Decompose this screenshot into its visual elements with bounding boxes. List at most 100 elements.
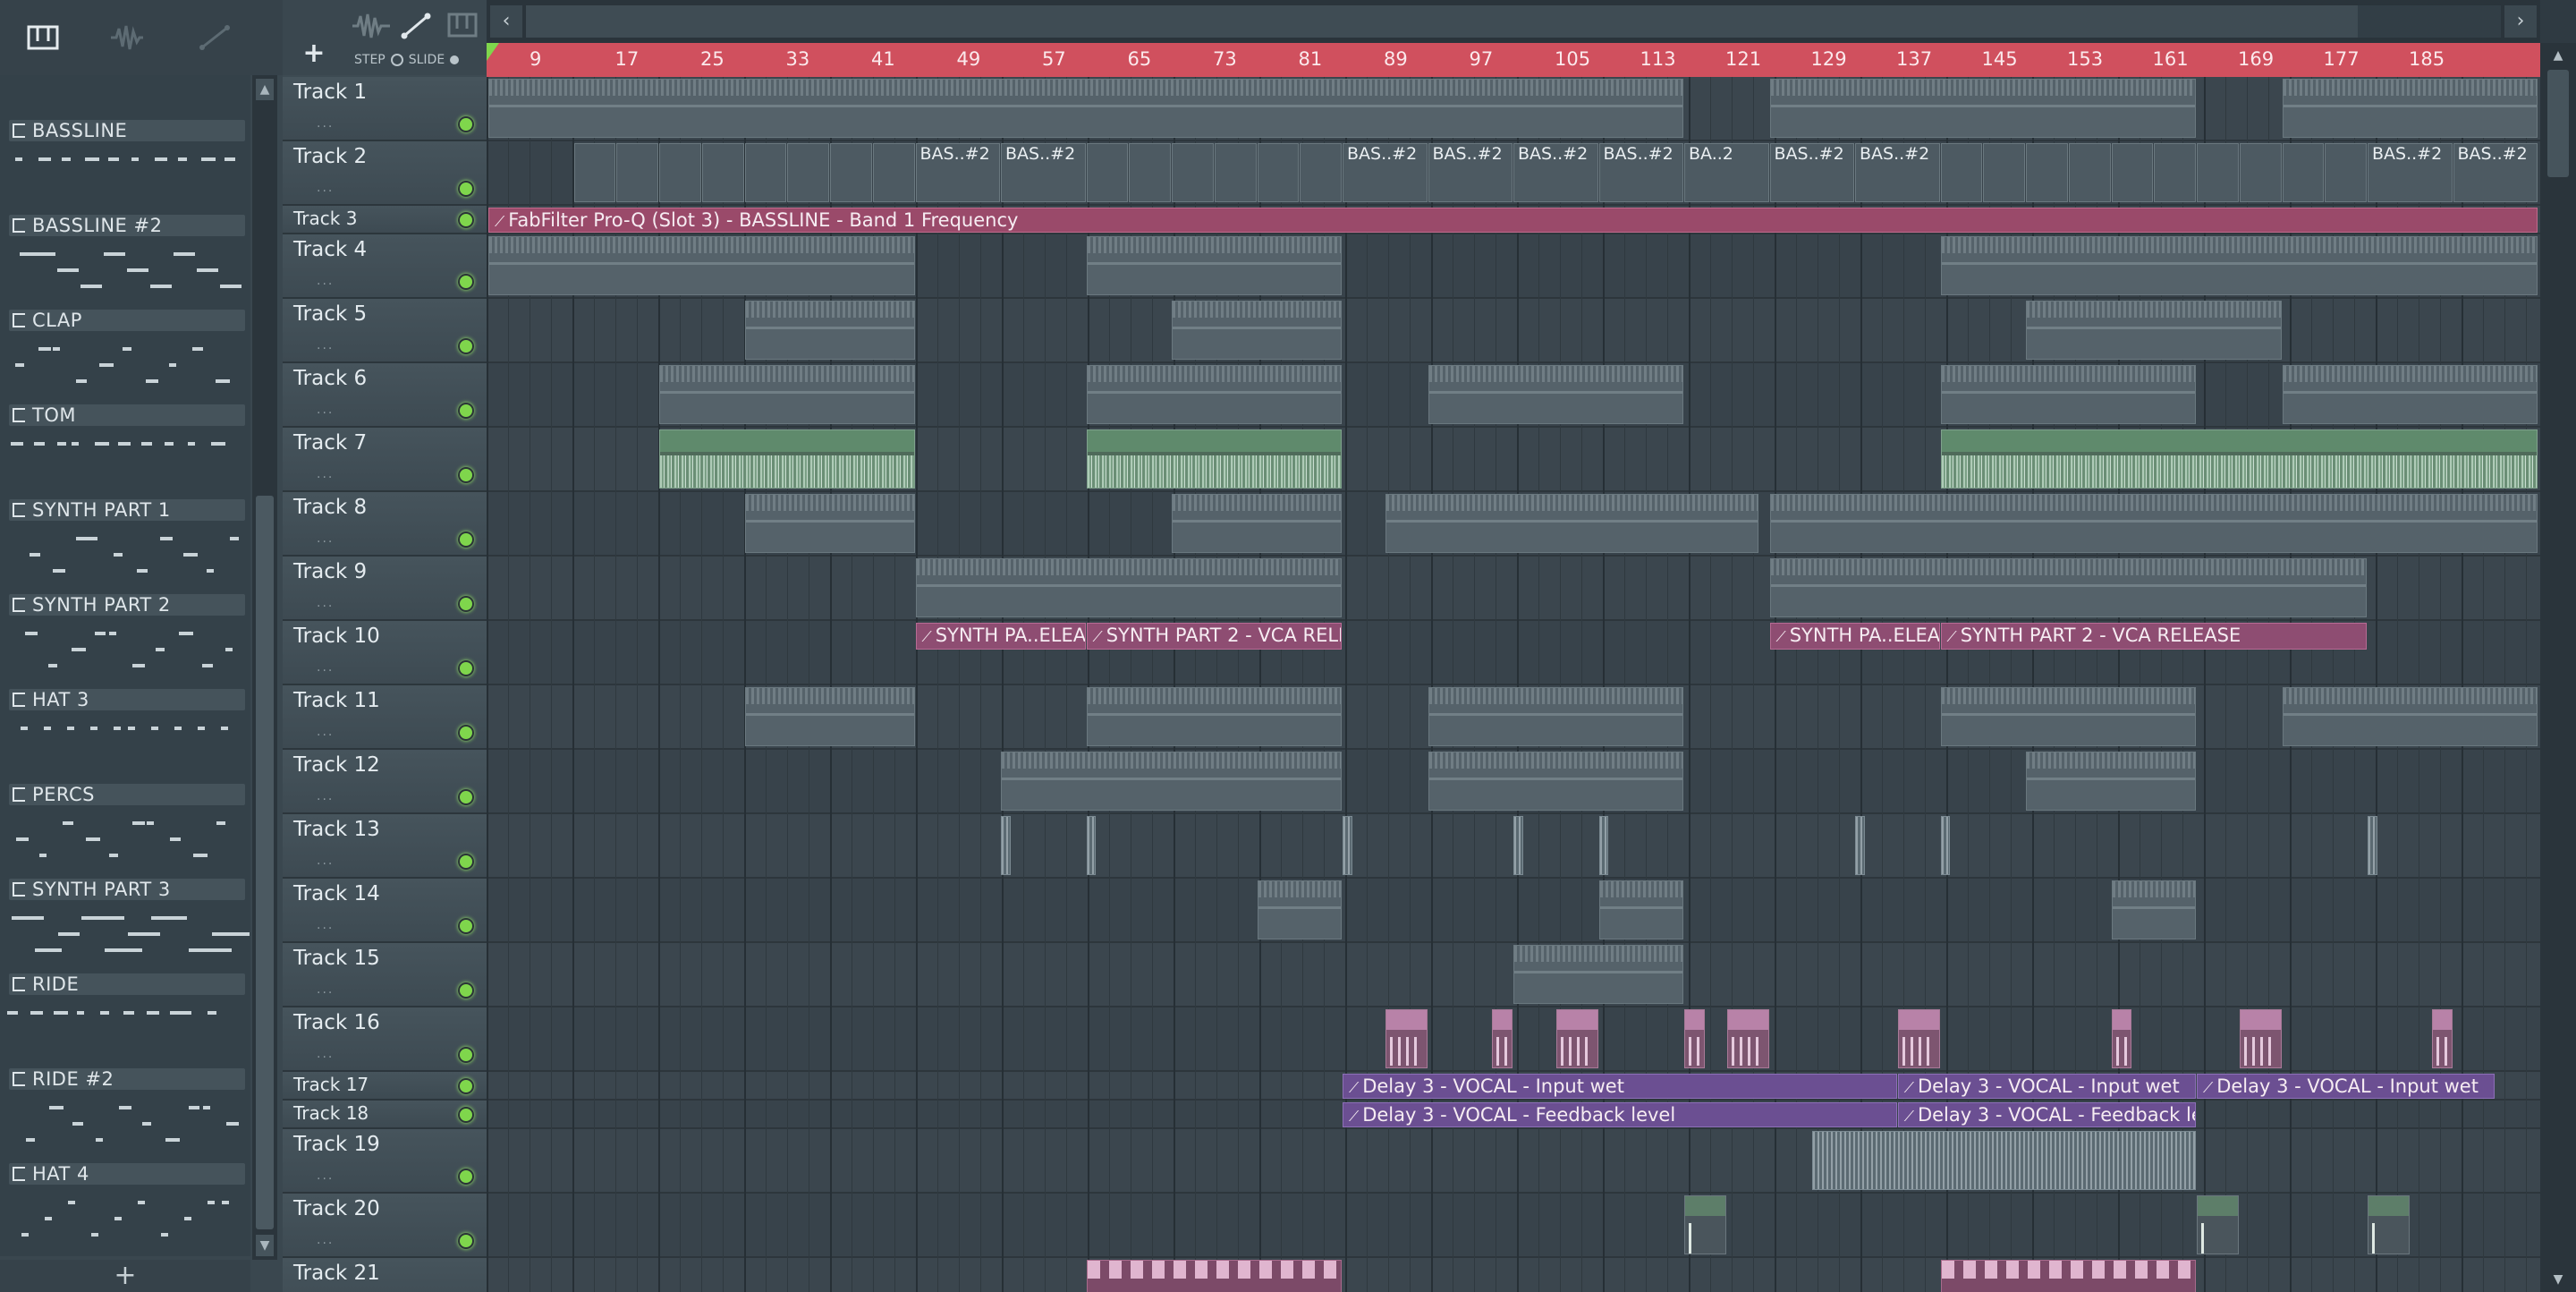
audio-clip[interactable] bbox=[1086, 429, 1342, 489]
pattern-item-synth-part-1[interactable]: SYNTH PART 1 bbox=[0, 496, 250, 591]
track-mute-led-icon[interactable] bbox=[458, 660, 474, 676]
track-header-8[interactable]: Track 8 ··· bbox=[283, 492, 487, 557]
vocal-clip[interactable] bbox=[2111, 1009, 2132, 1068]
hit-clip[interactable] bbox=[2368, 1195, 2410, 1254]
add-pattern-button[interactable]: + bbox=[0, 1260, 250, 1292]
bassline-clip[interactable] bbox=[701, 143, 744, 202]
bassline-clip[interactable] bbox=[1129, 143, 1171, 202]
track-header-10[interactable]: Track 10 ··· bbox=[283, 621, 487, 685]
playhead-marker[interactable] bbox=[487, 43, 499, 61]
pattern-clip[interactable] bbox=[1769, 79, 2196, 138]
pattern-item-partial[interactable] bbox=[0, 75, 250, 116]
track-header-20[interactable]: Track 20 ··· bbox=[283, 1194, 487, 1258]
pattern-clip[interactable] bbox=[744, 687, 915, 746]
audio-clip[interactable] bbox=[659, 429, 915, 489]
vocal-clip[interactable] bbox=[1684, 1009, 1705, 1068]
pattern-clip[interactable] bbox=[2282, 365, 2538, 424]
track-lane[interactable] bbox=[487, 879, 2540, 943]
track-mute-led-icon[interactable] bbox=[458, 1107, 474, 1123]
track-header-18[interactable]: Track 18 bbox=[283, 1101, 487, 1129]
pattern-clip[interactable] bbox=[1086, 365, 1342, 424]
perc-clip[interactable] bbox=[1940, 816, 1951, 875]
scroll-up-icon[interactable]: ▲ bbox=[256, 79, 274, 100]
track-header-17[interactable]: Track 17 bbox=[283, 1072, 487, 1101]
track-header-19[interactable]: Track 19 ··· bbox=[283, 1129, 487, 1194]
track-header-2[interactable]: Track 2 ··· bbox=[283, 141, 487, 206]
roll-clip[interactable] bbox=[1940, 1260, 2196, 1292]
perc-clip[interactable] bbox=[1086, 816, 1097, 875]
track-header-16[interactable]: Track 16 ··· bbox=[283, 1007, 487, 1072]
pattern-item-hat-4[interactable]: HAT 4 bbox=[0, 1160, 250, 1254]
bassline-clip[interactable] bbox=[1940, 143, 1983, 202]
automation-clip-delay-input-wet[interactable]: Delay 3 - VOCAL - Input wet bbox=[1897, 1074, 2196, 1099]
pattern-tool-icon[interactable] bbox=[447, 13, 478, 38]
vocal-clip[interactable] bbox=[1726, 1009, 1769, 1068]
bassline-clip[interactable] bbox=[830, 143, 872, 202]
perc-clip[interactable] bbox=[1598, 816, 1609, 875]
bassline-clip[interactable] bbox=[744, 143, 787, 202]
track-header-9[interactable]: Track 9 ··· bbox=[283, 557, 487, 621]
track-mute-led-icon[interactable] bbox=[458, 918, 474, 934]
bassline-clip[interactable] bbox=[1172, 143, 1214, 202]
pattern-clip[interactable] bbox=[1086, 687, 1342, 746]
bassline-clip[interactable] bbox=[2197, 143, 2239, 202]
pattern-clip[interactable] bbox=[1769, 494, 2538, 553]
track-lane[interactable] bbox=[487, 1007, 2540, 1072]
pattern-item-clap[interactable]: CLAP bbox=[0, 306, 250, 401]
bassline-clip[interactable] bbox=[1257, 143, 1300, 202]
roll-clip[interactable] bbox=[1086, 1260, 1342, 1292]
scroll-up-icon[interactable]: ▲ bbox=[2547, 45, 2569, 66]
track-mute-led-icon[interactable] bbox=[458, 789, 474, 805]
perc-clip[interactable] bbox=[1343, 816, 1352, 875]
bassline-clip[interactable] bbox=[787, 143, 829, 202]
perc-clip[interactable] bbox=[1513, 816, 1523, 875]
bassline-2-clip[interactable]: BAS..#2 bbox=[1001, 143, 1086, 202]
automation-clip-delay-feedback[interactable]: Delay 3 - VOCAL - Feedback level bbox=[1343, 1102, 1897, 1127]
pattern-clip[interactable] bbox=[2282, 79, 2538, 138]
perc-roll-clip[interactable] bbox=[1812, 1131, 2196, 1190]
pattern-clip[interactable] bbox=[2282, 687, 2538, 746]
pattern-item-tom[interactable]: TOM bbox=[0, 401, 250, 496]
pattern-clip[interactable] bbox=[1513, 945, 1683, 1004]
automation-clip-vca-release[interactable]: SYNTH PART 2 - VCA RELEASE bbox=[1940, 623, 2367, 650]
pattern-clip[interactable] bbox=[1428, 687, 1683, 746]
track-mute-led-icon[interactable] bbox=[458, 854, 474, 870]
perc-clip[interactable] bbox=[1001, 816, 1011, 875]
picker-scroll-thumb[interactable] bbox=[256, 496, 274, 1229]
track-mute-led-icon[interactable] bbox=[458, 982, 474, 999]
pattern-clip[interactable] bbox=[2026, 752, 2196, 811]
slide-toggle[interactable] bbox=[450, 55, 460, 64]
track-header-21[interactable]: Track 21··· bbox=[283, 1258, 487, 1292]
scroll-down-icon[interactable]: ▼ bbox=[256, 1235, 274, 1256]
timeline-ruler[interactable]: 9 17 25 33 41 49 57 65 73 81 89 97 105 113 121 129 137 14… bbox=[487, 43, 2540, 77]
track-mute-led-icon[interactable] bbox=[458, 181, 474, 197]
track-header-11[interactable]: Track 11 ··· bbox=[283, 685, 487, 750]
track-mute-led-icon[interactable] bbox=[458, 725, 474, 741]
bassline-clip[interactable] bbox=[2325, 143, 2367, 202]
pattern-item-percs[interactable]: PERCS bbox=[0, 780, 250, 875]
bassline-2-clip[interactable]: BA..2 bbox=[1684, 143, 1769, 202]
scroll-right-icon[interactable]: › bbox=[2504, 5, 2537, 38]
bassline-2-clip[interactable]: BAS..#2 bbox=[1598, 143, 1683, 202]
pattern-clip[interactable] bbox=[1769, 558, 2367, 617]
bassline-clip[interactable] bbox=[616, 143, 658, 202]
pattern-item-bassline[interactable]: BASSLINE bbox=[0, 116, 250, 211]
pattern-clip[interactable] bbox=[1428, 365, 1683, 424]
track-mute-led-icon[interactable] bbox=[458, 467, 474, 483]
track-header-7[interactable]: Track 7 ··· bbox=[283, 428, 487, 492]
pattern-clip[interactable] bbox=[1172, 494, 1342, 553]
track-mute-led-icon[interactable] bbox=[458, 274, 474, 290]
bassline-2-clip[interactable]: BAS..#2 bbox=[2453, 143, 2538, 202]
bassline-clip[interactable] bbox=[1300, 143, 1342, 202]
audio-clip[interactable] bbox=[1940, 429, 2538, 489]
automation-clip-vca-release[interactable]: SYNTH PA..ELEASE bbox=[1769, 623, 1940, 650]
track-header-4[interactable]: Track 4 ··· bbox=[283, 234, 487, 299]
bassline-clip[interactable] bbox=[2068, 143, 2111, 202]
track-mute-led-icon[interactable] bbox=[458, 212, 474, 228]
overview-window[interactable] bbox=[526, 5, 2358, 38]
playlist-overview-scrollbar[interactable]: ‹ › bbox=[487, 0, 2540, 43]
pattern-clip[interactable] bbox=[744, 494, 915, 553]
track-mute-led-icon[interactable] bbox=[458, 338, 474, 354]
automation-clip-delay-input-wet[interactable]: Delay 3 - VOCAL - Input wet bbox=[2197, 1074, 2496, 1099]
pattern-clip[interactable] bbox=[659, 365, 915, 424]
